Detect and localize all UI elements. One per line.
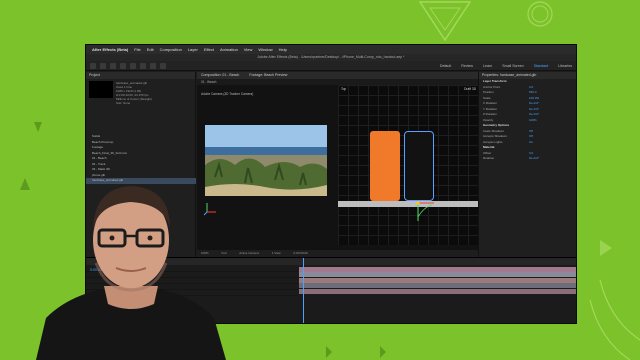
- tab-footage[interactable]: Footage: Beach Preview: [249, 72, 287, 79]
- menu-layer[interactable]: Layer: [188, 47, 198, 52]
- layer-bar[interactable]: [299, 283, 576, 288]
- property-label: Y Rotation: [483, 106, 497, 111]
- tool-bar: Default Review Learn Small Screen Standa…: [86, 61, 576, 71]
- 3d-viewport[interactable]: Top Draft 3D: [338, 85, 479, 245]
- project-item-info: hardcase_animated.glb Used 1 time 1080 x…: [116, 81, 152, 105]
- workspace-tabs: Default Review Learn Small Screen Standa…: [440, 64, 572, 68]
- menu-edit[interactable]: Edit: [147, 47, 154, 52]
- property-label: Anchor Point: [483, 84, 501, 89]
- menu-animation[interactable]: Animation: [220, 47, 238, 52]
- menu-help[interactable]: Help: [279, 47, 287, 52]
- timeline-tracks: [299, 266, 576, 294]
- property-label: Accepts Lights: [483, 139, 503, 144]
- menu-file[interactable]: File: [134, 47, 140, 52]
- property-list: Layer Transform Anchor Point 0.0 Position 54…: [479, 79, 576, 162]
- properties-title[interactable]: Properties: hardcase_animated.glb: [479, 72, 576, 79]
- menu-composition[interactable]: Composition: [160, 47, 182, 52]
- view-label-left[interactable]: Top: [341, 87, 346, 91]
- workspace-standard[interactable]: Standard: [534, 64, 549, 68]
- property-label: X Rotation: [483, 101, 498, 105]
- view-label-right[interactable]: Draft 3D: [464, 87, 476, 91]
- composition-tabs: Composition: 01 - Beach Footage: Beach P…: [197, 72, 479, 79]
- window-title: Adobe After Effects (Beta) - /Users/rpar…: [86, 54, 576, 61]
- layer-bar[interactable]: [299, 277, 576, 283]
- property-label: Geometry Options: [483, 123, 510, 127]
- presenter-webcam: [36, 186, 226, 360]
- composition-panel: Composition: 01 - Beach Footage: Beach P…: [197, 72, 479, 257]
- camera-tool-icon[interactable]: [140, 62, 146, 69]
- workspace-small-screen[interactable]: Small Screen: [502, 64, 523, 68]
- menu-window[interactable]: Window: [258, 47, 272, 52]
- tab-composition[interactable]: Composition: 01 - Beach: [201, 72, 239, 79]
- property-label: Accepts Shadows: [483, 134, 507, 138]
- zoom-tool-icon[interactable]: [120, 62, 126, 69]
- property-label: Rotation: [483, 156, 495, 160]
- phone-black-selected[interactable]: [404, 131, 434, 201]
- app-name[interactable]: After Effects (Beta): [92, 47, 128, 52]
- ground-plane: [338, 201, 479, 207]
- layer-bar[interactable]: [299, 266, 576, 272]
- property-label: Offset: [483, 150, 491, 155]
- active-camera[interactable]: Active Camera: [239, 251, 259, 255]
- property-label: Casts Shadows: [483, 128, 504, 133]
- rotate-tool-icon[interactable]: [130, 62, 136, 69]
- selection-tool-icon[interactable]: [100, 62, 106, 69]
- project-thumbnail: [89, 81, 113, 98]
- property-label: Position: [483, 90, 494, 94]
- hand-tool-icon[interactable]: [110, 62, 116, 69]
- workspace-review[interactable]: Review: [461, 64, 473, 68]
- workspace-default[interactable]: Default: [440, 64, 451, 68]
- menu-view[interactable]: View: [244, 47, 253, 52]
- camera-label: Adobe Camera (3D Tracker Camera): [201, 92, 254, 96]
- property-label: Z Rotation: [483, 112, 497, 116]
- workspace-libraries[interactable]: Libraries: [558, 64, 572, 68]
- property-row[interactable]: Rotation 0x+0.0°: [479, 156, 576, 162]
- property-value[interactable]: 0x+0.0°: [529, 156, 539, 162]
- properties-panel: Properties: hardcase_animated.glb Layer …: [478, 72, 576, 257]
- comp-timecode[interactable]: 0:00:00:00: [294, 251, 308, 255]
- project-panel-title[interactable]: Project: [86, 72, 195, 79]
- playhead[interactable]: [303, 258, 304, 323]
- property-label: Scale: [483, 95, 491, 100]
- info-line: Sub: None: [116, 101, 131, 105]
- composition-footer: 100% Full Active Camera 1 View 0:00:00:0…: [197, 250, 479, 257]
- view-count[interactable]: 1 View: [272, 251, 281, 255]
- pen-tool-icon[interactable]: [150, 62, 156, 69]
- property-label: Material: [483, 145, 495, 149]
- layer-bar[interactable]: [299, 288, 576, 294]
- menu-bar: After Effects (Beta) File Edit Compositi…: [86, 45, 576, 54]
- phone-case-orange[interactable]: [370, 131, 400, 201]
- property-label: Opacity: [483, 117, 494, 122]
- home-tool-icon[interactable]: [90, 62, 96, 69]
- menu-effect[interactable]: Effect: [204, 47, 214, 52]
- property-label: Layer Transform: [483, 79, 507, 83]
- transform-gizmo-icon[interactable]: [412, 197, 436, 223]
- workspace-learn[interactable]: Learn: [483, 64, 492, 68]
- text-tool-icon[interactable]: [160, 62, 166, 69]
- layer-bar[interactable]: [299, 272, 576, 277]
